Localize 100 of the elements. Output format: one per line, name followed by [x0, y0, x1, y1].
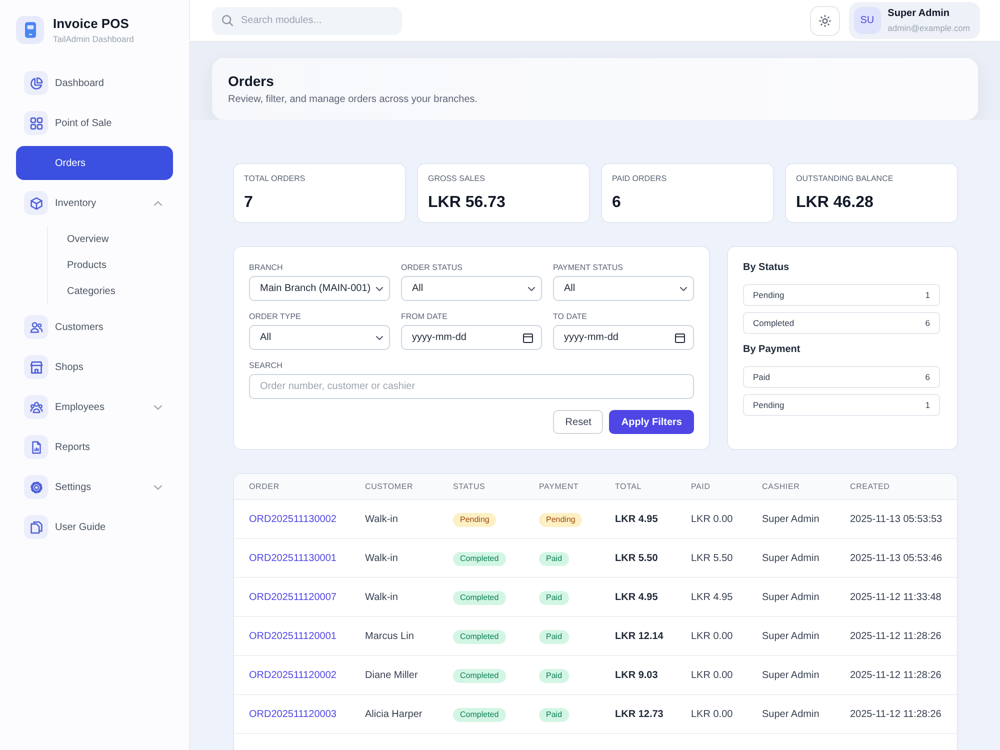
chevron-down-icon [680, 286, 687, 290]
table-cell: 2025-11-12 11:28:26 [850, 670, 942, 680]
nav-item[interactable]: Shops [16, 350, 173, 384]
status-badge: Pending [453, 513, 496, 527]
user-menu[interactable]: SU Super Admin admin@example.com [848, 2, 980, 39]
table-cell: LKR 0.00 [691, 670, 733, 680]
nav-subitem[interactable]: Categories [67, 278, 173, 304]
column-header: ORDER [249, 482, 280, 491]
summary-label: Pending [753, 290, 784, 300]
document-chart-icon [24, 435, 48, 459]
field-label: ORDER STATUS [401, 263, 464, 272]
order-link[interactable]: ORD202511120007 [249, 592, 336, 602]
order-link[interactable]: ORD202511120002 [249, 670, 336, 680]
brand-title: Invoice POS [53, 16, 130, 31]
table-cell: LKR 12.73 [615, 708, 664, 720]
cube-icon [24, 191, 48, 215]
nav-item[interactable]: Settings [16, 470, 173, 504]
avatar: SU [854, 7, 881, 34]
search-field[interactable]: Search modules... [212, 6, 402, 34]
chevron-down-icon [376, 286, 383, 290]
column-header: CASHIER [762, 482, 800, 491]
payment-badge: Paid [539, 630, 570, 644]
select-field[interactable]: Main Branch (MAIN-001) [249, 276, 390, 301]
column-header: STATUS [453, 482, 486, 491]
table-cell: Walk-in [365, 552, 398, 564]
nav-item[interactable]: User Guide [16, 510, 173, 544]
table-cell: LKR 4.95 [691, 592, 733, 602]
order-link[interactable]: ORD202511130001 [249, 552, 336, 564]
summary-heading: By Status [743, 262, 790, 274]
calendar-icon [523, 332, 533, 342]
documents-icon [24, 515, 48, 539]
table-cell: LKR 12.14 [615, 630, 664, 642]
table-cell: Diane Miller [365, 670, 418, 680]
table-cell: Super Admin [762, 552, 820, 564]
select-field[interactable]: All [553, 276, 694, 301]
table-cell: 2025-11-13 05:53:53 [850, 514, 942, 524]
sun-icon [818, 14, 831, 26]
select-field[interactable]: All [401, 276, 542, 301]
table-cell: Alicia Harper [365, 708, 422, 720]
calendar-icon [675, 332, 685, 342]
table-cell: 2025-11-12 11:28:26 [850, 708, 942, 720]
table-cell: Walk-in [365, 592, 398, 602]
chevron-down-icon [528, 286, 535, 290]
table-cell: LKR 5.50 [691, 552, 733, 564]
stat-label: TOTAL ORDERS [244, 174, 306, 184]
page-title: Orders [228, 72, 275, 90]
stat-value: LKR 46.28 [796, 193, 874, 212]
date-field[interactable]: yyyy-mm-dd [553, 325, 694, 350]
summary-heading: By Payment [743, 344, 802, 356]
table-cell: LKR 5.50 [615, 552, 658, 564]
payment-badge: Paid [539, 708, 570, 722]
nav-item[interactable]: Customers [16, 310, 173, 344]
summary-count: 1 [925, 400, 930, 410]
pie-chart-icon [24, 71, 48, 95]
people-group-icon [24, 395, 48, 419]
field-label: PAYMENT STATUS [553, 263, 624, 272]
summary-label: Pending [753, 400, 784, 410]
search-icon [222, 15, 233, 26]
status-badge: Completed [453, 552, 506, 566]
brand-subtitle: TailAdmin Dashboard [53, 34, 134, 44]
field-label: TO DATE [553, 312, 588, 321]
order-link[interactable]: ORD202511130002 [249, 514, 336, 524]
payment-badge: Paid [539, 591, 570, 605]
nav-item[interactable]: Employees [16, 390, 173, 424]
users-icon [24, 315, 48, 339]
field-label: SEARCH [249, 361, 284, 370]
nav-item[interactable]: Reports [16, 430, 173, 464]
nav-item[interactable]: Inventory [16, 186, 173, 220]
payment-badge: Paid [539, 552, 570, 566]
table-cell: Walk-in [365, 514, 398, 524]
column-header: PAID [691, 482, 710, 491]
nav-subitem[interactable]: Products [67, 252, 173, 278]
stat-value: 6 [612, 193, 622, 212]
nav-subitem[interactable]: Overview [67, 226, 173, 252]
theme-toggle-button[interactable] [810, 6, 840, 36]
nav-item[interactable]: Orders [16, 146, 173, 180]
nav-item[interactable]: Point of Sale [16, 106, 173, 140]
table-cell: Marcus Lin [365, 630, 414, 642]
table-cell: Super Admin [762, 670, 820, 680]
select-field[interactable]: All [249, 325, 390, 350]
table-cell: 2025-11-12 11:33:48 [850, 592, 942, 602]
table-cell: LKR 4.95 [615, 592, 658, 602]
status-badge: Completed [453, 630, 506, 644]
table-cell: LKR 9.03 [615, 670, 658, 680]
user-email: admin@example.com [888, 23, 970, 33]
chevron-down-icon [376, 336, 383, 340]
date-field[interactable]: yyyy-mm-dd [401, 325, 542, 350]
nav-item[interactable]: Dashboard [16, 66, 173, 100]
device-logo-icon [16, 16, 44, 44]
table-cell: 2025-11-12 11:28:26 [850, 630, 942, 642]
storefront-icon [24, 355, 48, 379]
reset-button[interactable]: Reset [553, 410, 604, 434]
stat-value: 7 [244, 193, 254, 212]
text-field[interactable]: Order number, customer or cashier [249, 374, 694, 399]
stat-label: OUTSTANDING BALANCE [796, 174, 894, 184]
table-cell: LKR 0.00 [691, 514, 733, 524]
order-link[interactable]: ORD202511120003 [249, 708, 336, 720]
field-label: ORDER TYPE [249, 312, 302, 321]
apply-filters-button[interactable]: Apply Filters [609, 410, 694, 434]
order-link[interactable]: ORD202511120001 [249, 630, 336, 642]
